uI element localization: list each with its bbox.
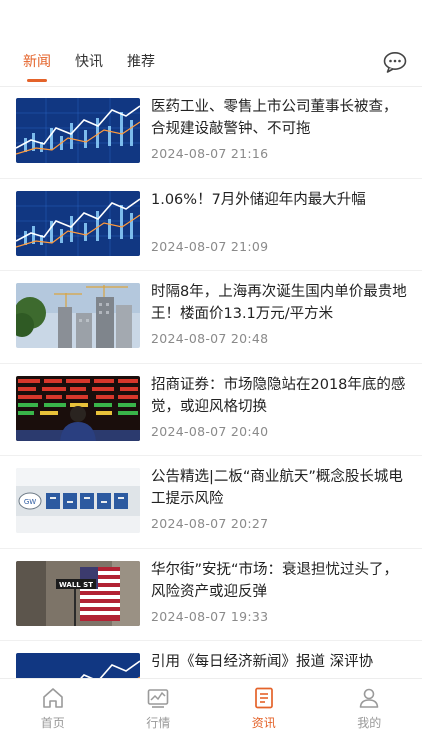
news-item[interactable]: 时隔8年，上海再次诞生国内单价最贵地王！楼面价13.1万元/平方米 2024-0… — [0, 271, 422, 364]
news-item[interactable]: GW 公告精选|二板“商业航天”概念股长城电工提示风险 2024-08-07 2… — [0, 456, 422, 549]
news-item[interactable]: 1.06%！7月外储迎年内最大升幅 2024-08-07 21:09 — [0, 179, 422, 271]
user-icon — [359, 688, 379, 708]
home-icon — [42, 688, 63, 708]
nav-news[interactable]: 资讯 — [211, 679, 317, 750]
wall-street-thumbnail: WALL ST — [16, 560, 140, 626]
nav-mine-label: 我的 — [357, 716, 382, 730]
construction-site-thumbnail — [16, 283, 140, 348]
news-list: 医药工业、零售上市公司董事长被查，合规建设敲警钟、不可拖 2024-08-07 … — [0, 86, 422, 734]
tab-flash[interactable]: 快讯 — [75, 52, 103, 74]
news-time: 2024-08-07 21:09 — [151, 238, 269, 254]
news-title: 招商证券：市场隐隐站在2018年底的感觉，或迎风格切换 — [151, 376, 406, 415]
trading-screen-thumbnail — [16, 375, 140, 441]
nav-mine[interactable]: 我的 — [317, 679, 422, 750]
news-time: 2024-08-07 21:16 — [151, 146, 269, 161]
nav-market-label: 行情 — [146, 716, 171, 730]
news-time: 2024-08-07 20:48 — [151, 331, 269, 346]
stock-chart-thumbnail — [16, 190, 140, 256]
svg-text:WALL ST: WALL ST — [59, 581, 93, 589]
category-tabs: 新闻 快讯 推荐 — [23, 52, 179, 82]
market-chart-icon — [147, 689, 169, 708]
stock-chart-thumbnail — [16, 98, 140, 163]
svg-text:GW: GW — [24, 498, 36, 506]
bottom-navigation: 首页 行情 资讯 我的 — [0, 678, 422, 750]
news-time: 2024-08-07 20:27 — [151, 516, 269, 531]
top-bar: 新闻 快讯 推荐 — [0, 0, 422, 87]
nav-home-label: 首页 — [40, 716, 65, 730]
tab-recommend[interactable]: 推荐 — [127, 52, 155, 74]
tab-news[interactable]: 新闻 — [23, 52, 51, 82]
news-doc-icon — [254, 687, 273, 709]
news-title: 华尔街”安抚“市场：衰退担忧过头了，风险资产或迎反弹 — [151, 561, 399, 600]
news-item[interactable]: WALL ST 华尔街”安抚“市场：衰退担忧过头了，风险资产或迎反弹 2024-… — [0, 549, 422, 641]
nav-market[interactable]: 行情 — [106, 679, 212, 750]
news-title: 1.06%！7月外储迎年内最大升幅 — [151, 191, 366, 208]
news-title: 引用《每日经济新闻》报道 深评协 — [151, 654, 374, 670]
news-item[interactable]: 医药工业、零售上市公司董事长被查，合规建设敲警钟、不可拖 2024-08-07 … — [0, 86, 422, 179]
nav-news-label: 资讯 — [251, 716, 276, 730]
news-time: 2024-08-07 19:33 — [151, 608, 269, 624]
company-sign-thumbnail: GW — [16, 468, 140, 533]
news-item[interactable]: 招商证券：市场隐隐站在2018年底的感觉，或迎风格切换 2024-08-07 2… — [0, 364, 422, 456]
news-title: 公告精选|二板“商业航天”概念股长城电工提示风险 — [151, 469, 403, 507]
message-icon[interactable] — [383, 51, 407, 73]
news-title: 医药工业、零售上市公司董事长被查，合规建设敲警钟、不可拖 — [151, 99, 398, 137]
nav-home[interactable]: 首页 — [0, 679, 106, 750]
news-time: 2024-08-07 20:40 — [151, 423, 269, 439]
news-title: 时隔8年，上海再次诞生国内单价最贵地王！楼面价13.1万元/平方米 — [151, 284, 407, 322]
